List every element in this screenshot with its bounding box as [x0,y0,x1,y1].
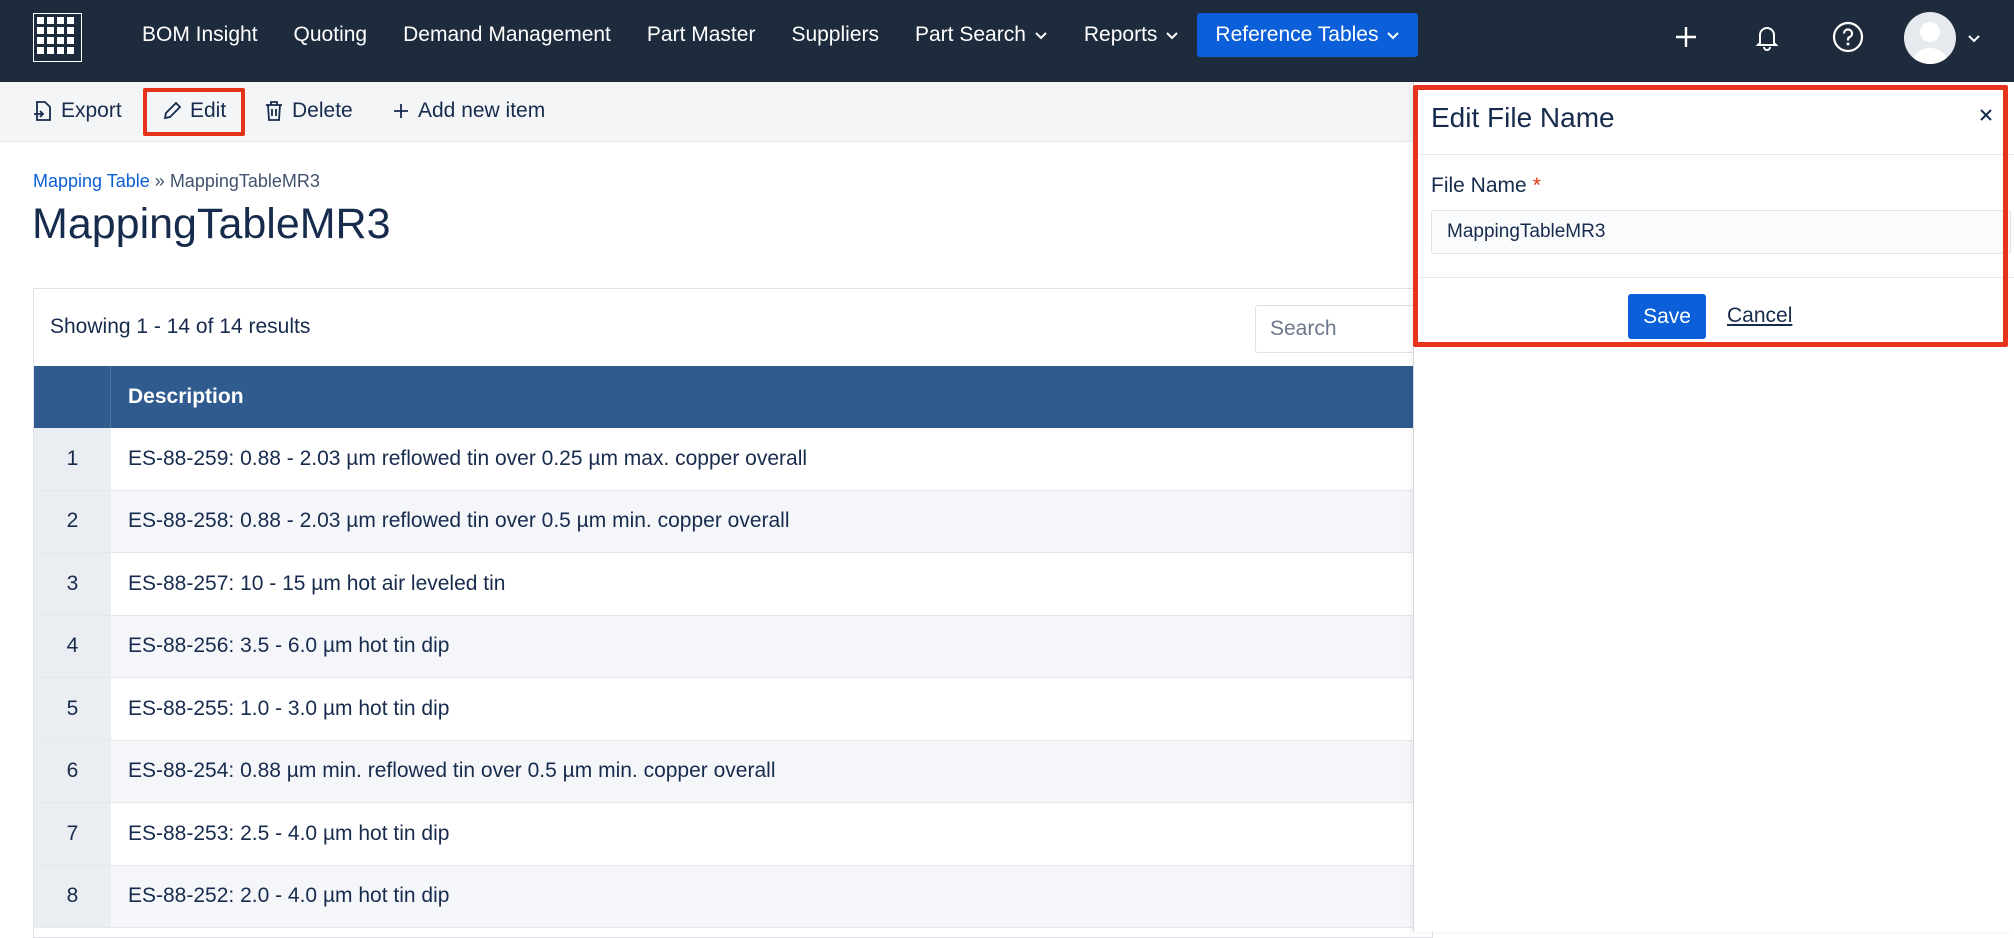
chevron-down-icon [1035,32,1047,40]
avatar[interactable] [1904,12,1956,64]
nav-item-reports[interactable]: Reports [1066,13,1198,57]
row-description: ES-88-254: 0.88 µm min. reflowed tin ove… [128,759,776,783]
nav-item-label: Suppliers [791,23,879,46]
table-row[interactable]: 4 ES-88-256: 3.5 - 6.0 µm hot tin dip [34,615,1434,678]
panel-highlight-box [1413,85,2008,347]
export-label: Export [61,99,122,122]
export-button[interactable]: Export [33,88,122,134]
help-icon [1832,21,1864,53]
row-index: 2 [34,490,111,552]
nav-item-part-search[interactable]: Part Search [897,13,1066,57]
nav-item-label: Part Search [915,23,1026,46]
breadcrumb-separator: » [154,171,165,191]
table-row[interactable]: 3 ES-88-257: 10 - 15 µm hot air leveled … [34,553,1434,616]
table-row[interactable]: 6 ES-88-254: 0.88 µm min. reflowed tin o… [34,740,1434,803]
chevron-down-icon[interactable] [1966,30,1982,46]
trash-icon [266,101,282,121]
row-index: 1 [34,428,111,490]
nav-item-label: BOM Insight [142,23,258,46]
row-index: 4 [34,615,111,677]
delete-button[interactable]: Delete [264,88,353,134]
breadcrumb: Mapping Table » MappingTableMR3 [33,171,320,192]
breadcrumb-mapping-table-link[interactable]: Mapping Table [33,171,150,191]
add-new-item-label: Add new item [418,99,546,122]
user-silhouette-icon [1912,22,1948,64]
row-index: 5 [34,678,111,740]
edit-highlight-box [143,88,245,136]
index-column-header [34,366,111,428]
description-column-header[interactable]: Description [111,385,244,409]
export-icon [34,101,51,121]
table-row[interactable]: 8 ES-88-252: 2.0 - 4.0 µm hot tin dip [34,865,1434,928]
nav-item-label: Reports [1083,23,1158,46]
row-index: 6 [34,740,111,802]
row-description: ES-88-253: 2.5 - 4.0 µm hot tin dip [128,821,450,845]
add-new-item-button[interactable]: Add new item [392,88,545,134]
nav-item-label: Demand Management [403,23,611,46]
row-index: 7 [34,803,111,865]
app-grid-logo-icon[interactable] [33,13,82,62]
top-navigation-bar: BOM Insight Quoting Demand Management Pa… [0,0,2014,82]
bell-icon [1755,27,1779,51]
nav-item-label: Reference Tables [1215,23,1379,46]
table-header: Description [34,366,1434,428]
table-card: Showing 1 - 14 of 14 results Description… [33,288,1455,938]
main-nav: BOM Insight Quoting Demand Management Pa… [124,13,1419,57]
nav-item-demand-management[interactable]: Demand Management [385,13,629,57]
row-description: ES-88-257: 10 - 15 µm hot air leveled ti… [128,571,506,595]
nav-item-part-master[interactable]: Part Master [629,13,774,57]
table-row[interactable]: 7 ES-88-253: 2.5 - 4.0 µm hot tin dip [34,803,1434,866]
nav-item-label: Part Master [646,23,756,46]
row-description: ES-88-258: 0.88 - 2.03 µm reflowed tin o… [128,509,790,533]
nav-item-quoting[interactable]: Quoting [276,13,386,57]
help-button[interactable] [1828,17,1868,57]
chevron-down-icon [1387,32,1400,40]
nav-item-suppliers[interactable]: Suppliers [773,13,897,57]
nav-item-label: Quoting [293,23,368,46]
row-description: ES-88-255: 1.0 - 3.0 µm hot tin dip [128,696,450,720]
row-description: ES-88-252: 2.0 - 4.0 µm hot tin dip [128,884,450,908]
table-row[interactable]: 2 ES-88-258: 0.88 - 2.03 µm reflowed tin… [34,490,1434,553]
breadcrumb-current: MappingTableMR3 [169,171,320,191]
chevron-down-icon [1166,32,1179,40]
results-count: Showing 1 - 14 of 14 results [50,315,311,338]
plus-icon [394,104,408,118]
create-button[interactable] [1666,17,1706,57]
delete-label: Delete [292,99,353,122]
notifications-button[interactable] [1747,17,1787,57]
row-description: ES-88-259: 0.88 - 2.03 µm reflowed tin o… [128,446,808,470]
row-index: 8 [34,865,111,927]
nav-item-reference-tables[interactable]: Reference Tables [1197,13,1419,57]
plus-icon [1676,27,1696,47]
table-row[interactable]: 5 ES-88-255: 1.0 - 3.0 µm hot tin dip [34,678,1434,741]
row-index: 3 [34,553,111,615]
table-row[interactable]: 1 ES-88-259: 0.88 - 2.03 µm reflowed tin… [34,428,1434,491]
nav-item-bom-insight[interactable]: BOM Insight [124,13,276,57]
row-description: ES-88-256: 3.5 - 6.0 µm hot tin dip [128,634,450,658]
page-title: MappingTableMR3 [32,200,391,248]
